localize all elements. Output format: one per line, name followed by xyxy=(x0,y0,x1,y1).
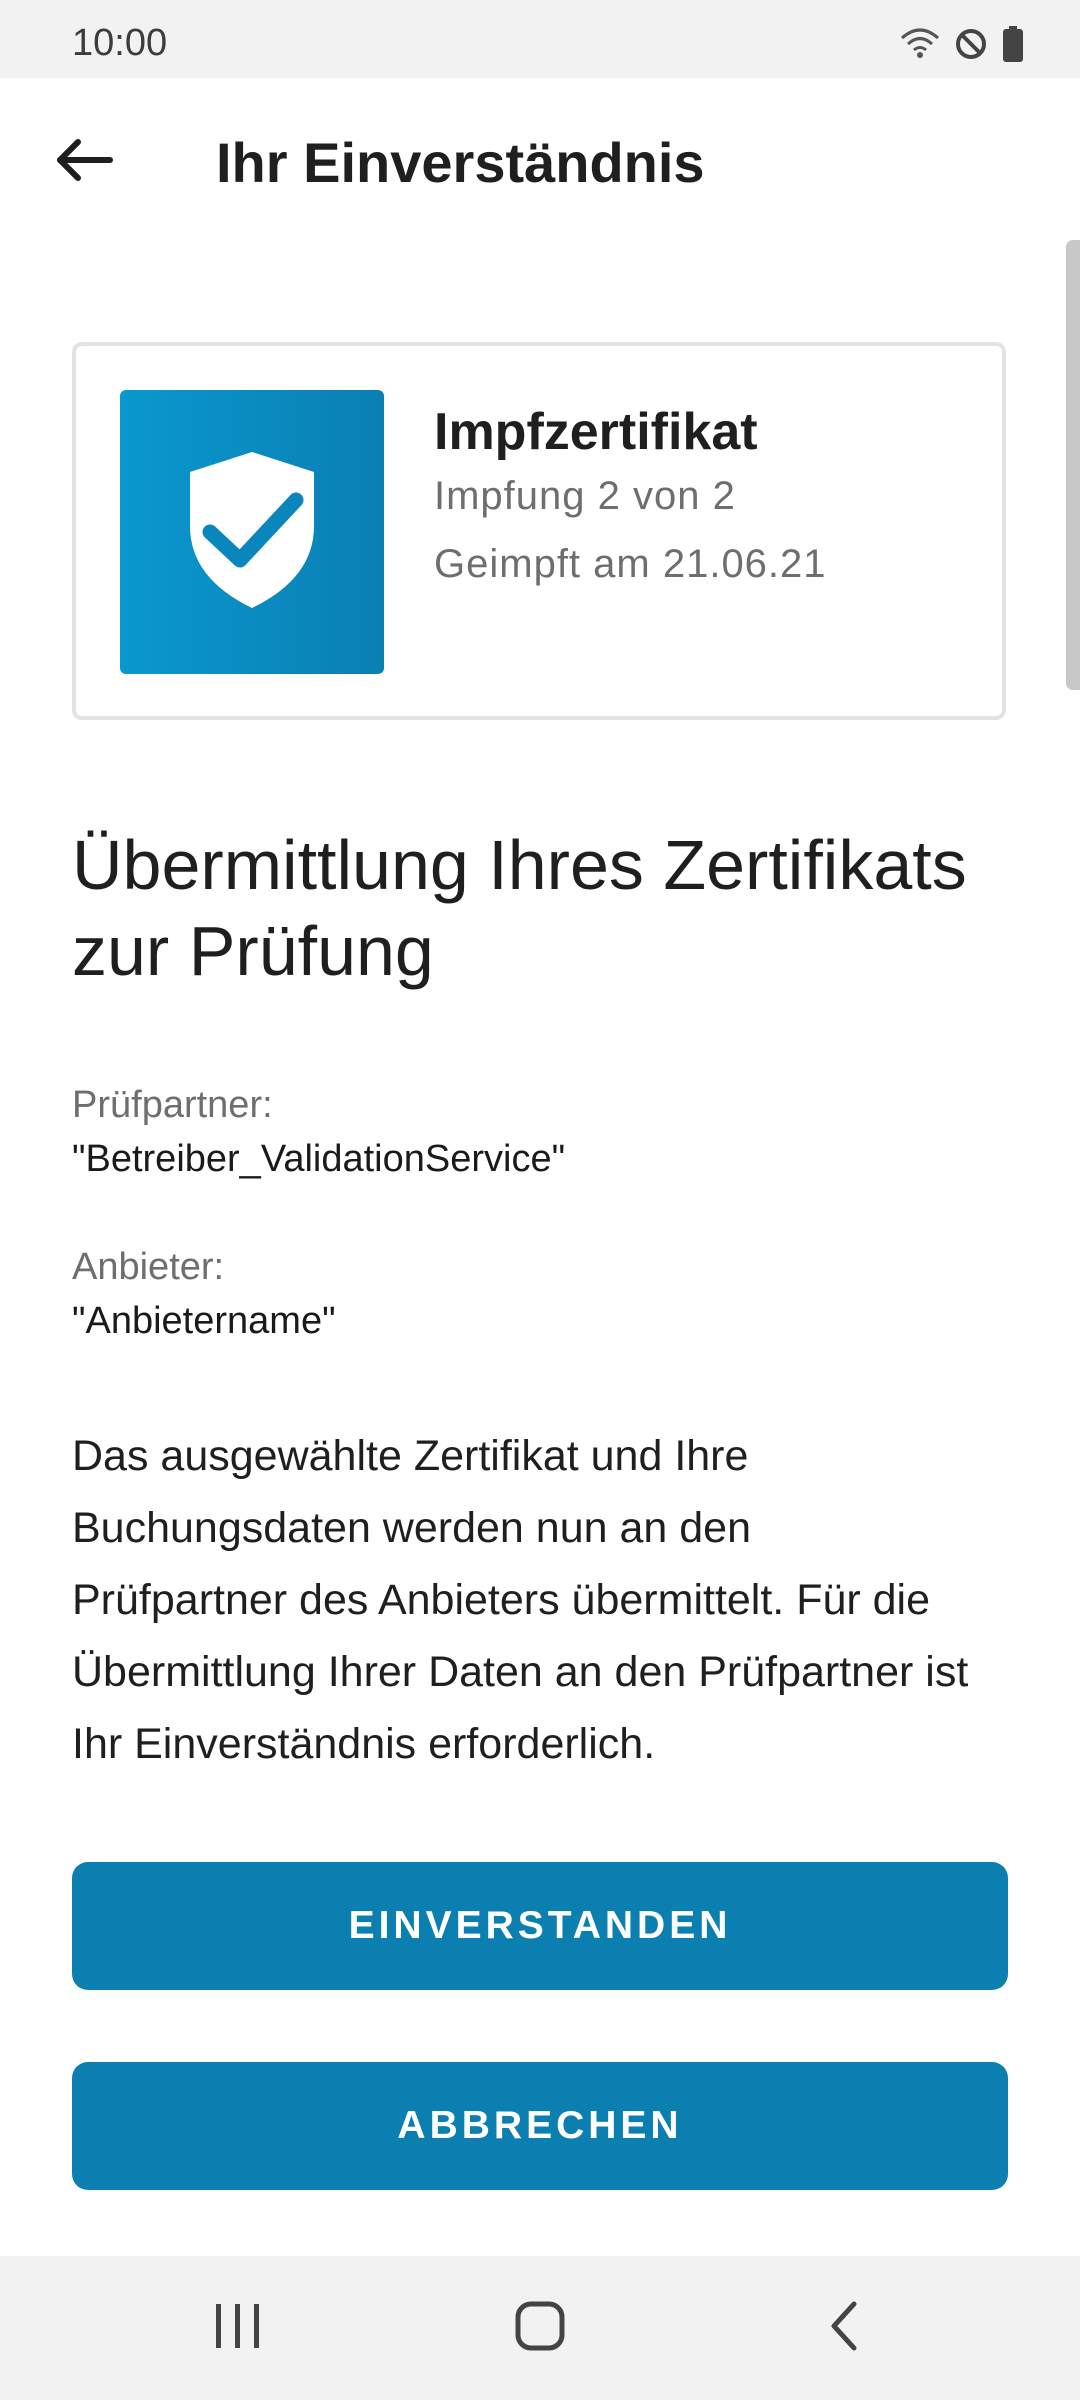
home-button[interactable] xyxy=(500,2296,580,2360)
shield-check-icon xyxy=(184,448,320,617)
partner-value: "Betreiber_ValidationService" xyxy=(72,1138,566,1180)
scrollbar[interactable] xyxy=(1066,240,1080,690)
back-button[interactable] xyxy=(36,114,132,210)
status-icons xyxy=(900,26,1024,67)
agree-button[interactable]: EINVERSTANDEN xyxy=(72,1862,1008,1990)
partner-label: Prüfpartner: xyxy=(72,1084,273,1126)
battery-icon xyxy=(1002,26,1024,67)
do-not-disturb-icon xyxy=(954,27,988,66)
status-bar: 10:00 xyxy=(0,0,1080,78)
recent-apps-icon xyxy=(213,2302,263,2355)
consent-text-container: Das ausgewählte Zertifikat und Ihre Buch… xyxy=(72,1420,972,1806)
cancel-button[interactable]: ABBRECHEN xyxy=(72,2062,1008,2190)
status-time: 10:00 xyxy=(72,22,168,64)
provider-label: Anbieter: xyxy=(72,1246,225,1288)
certificate-card: Impfzertifikat Impfung 2 von 2 Geimpft a… xyxy=(72,342,1006,720)
wifi-icon xyxy=(900,28,940,65)
nav-back-button[interactable] xyxy=(804,2296,884,2360)
certificate-icon-box xyxy=(120,390,384,674)
certificate-date: Geimpft am 21.06.21 xyxy=(434,542,827,586)
recent-apps-button[interactable] xyxy=(198,2296,278,2360)
page-title: Ihr Einverständnis xyxy=(216,131,705,194)
certificate-dose: Impfung 2 von 2 xyxy=(434,474,736,518)
section-heading: Übermittlung Ihres Zertifikats zur Prüfu… xyxy=(72,826,967,990)
system-nav-bar xyxy=(0,2256,1080,2400)
app-bar: Ihr Einverständnis xyxy=(0,78,1080,248)
chevron-left-icon xyxy=(826,2300,862,2357)
consent-text: Das ausgewählte Zertifikat und Ihre Buch… xyxy=(72,1432,969,1768)
provider-value: "Anbietername" xyxy=(72,1300,336,1342)
home-icon xyxy=(514,2300,566,2357)
certificate-title: Impfzertifikat xyxy=(434,403,758,461)
arrow-left-icon xyxy=(54,138,114,187)
